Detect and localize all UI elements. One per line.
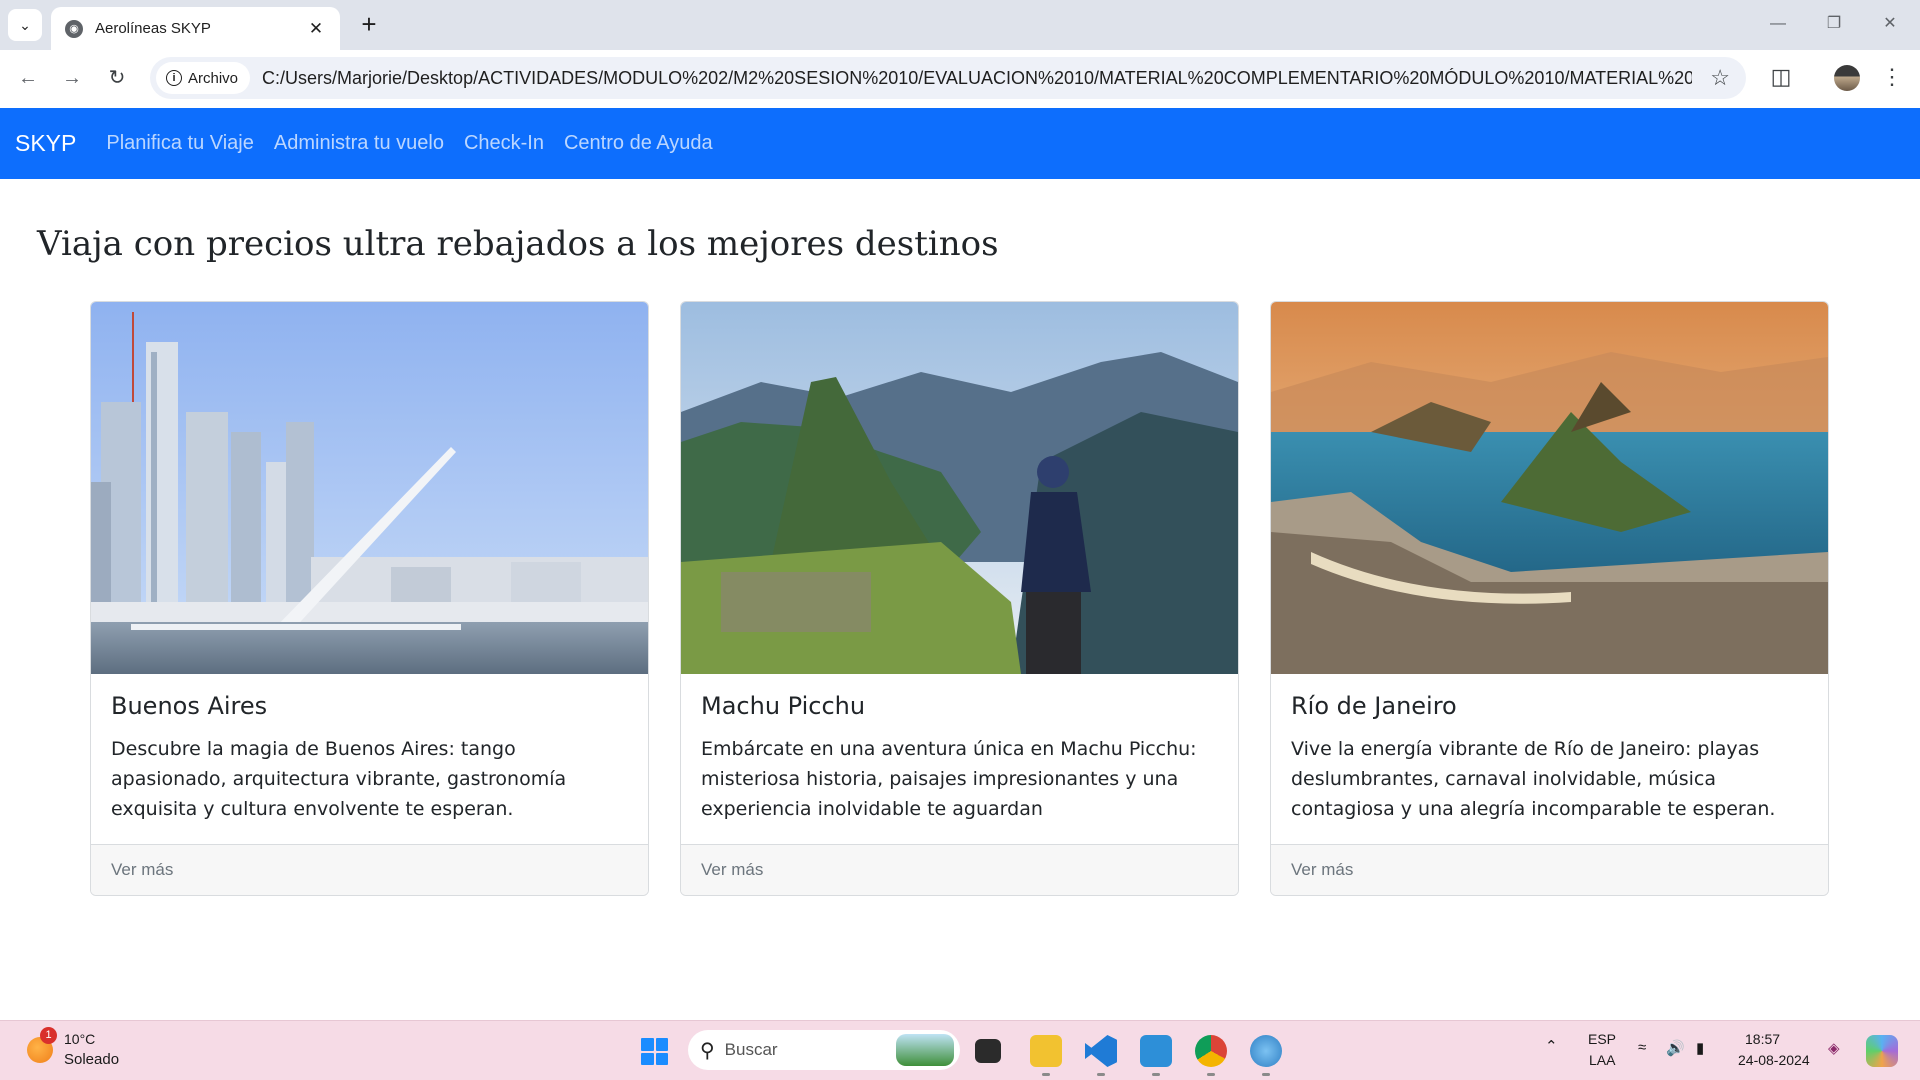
destination-card-rio-de-janeiro: Río de Janeiro Vive la energía vibrante … [1270,301,1829,896]
back-arrow-icon[interactable]: ← [12,62,44,94]
card-title: Río de Janeiro [1291,692,1457,720]
running-indicator [1042,1073,1050,1076]
globe-app-icon[interactable] [1250,1035,1282,1067]
reload-icon[interactable]: ↻ [101,62,133,94]
card-title: Buenos Aires [111,692,268,720]
see-more-link[interactable]: Ver más [681,844,1238,895]
new-tab-button[interactable]: + [354,10,384,40]
restore-icon[interactable]: ❐ [1814,8,1854,40]
clock-date[interactable]: 24-08-2024 [1738,1052,1810,1068]
copilot-icon[interactable] [1866,1035,1898,1067]
tab-search-icon[interactable]: ⌄ [8,9,42,41]
url-text[interactable]: C:/Users/Marjorie/Desktop/ACTIVIDADES/MO… [262,68,1692,89]
search-icon: ⚲ [700,1039,715,1062]
tab-title: Aerolíneas SKYP [95,20,211,37]
close-tab-icon[interactable]: ✕ [306,19,326,39]
see-more-link[interactable]: Ver más [1271,844,1828,895]
running-indicator [1207,1073,1215,1076]
site-chip-label: Archivo [188,69,239,87]
keyboard-layout-indicator[interactable]: LAA [1589,1052,1615,1068]
vscode-icon[interactable] [1085,1035,1117,1067]
info-icon: i [166,70,182,86]
weather-badge: 1 [40,1027,57,1044]
search-highlight-image [896,1034,954,1066]
running-indicator [1152,1073,1160,1076]
notification-bell-icon[interactable]: ◈ [1828,1039,1840,1057]
address-bar[interactable]: i Archivo C:/Users/Marjorie/Desktop/ACTI… [150,57,1746,99]
nav-link-administra[interactable]: Administra tu vuelo [274,132,444,155]
weather-condition[interactable]: Soleado [64,1051,119,1068]
extensions-puzzle-icon[interactable]: ◫ [1766,64,1796,90]
chrome-icon[interactable] [1195,1035,1227,1067]
bookmark-star-icon[interactable]: ☆ [1710,65,1730,91]
weather-temperature[interactable]: 10°C [64,1031,95,1047]
destination-card-buenos-aires: Buenos Aires Descubre la magia de Buenos… [90,301,649,896]
wifi-icon[interactable]: ≈ [1638,1039,1646,1056]
card-body: Buenos Aires Descubre la magia de Buenos… [111,692,631,824]
machu-picchu-image [681,302,1238,674]
browser-toolbar: ← → ↻ i Archivo C:/Users/Marjorie/Deskto… [0,50,1920,108]
nav-link-ayuda[interactable]: Centro de Ayuda [564,132,713,155]
menu-kebab-icon[interactable]: ⋮ [1877,64,1907,90]
brand-logo[interactable]: SKYP [15,130,76,157]
profile-avatar[interactable] [1834,65,1860,91]
running-indicator [1262,1073,1270,1076]
browser-tabstrip: ⌄ ◉ Aerolíneas SKYP ✕ + — ❐ ✕ [0,0,1920,50]
site-info-chip[interactable]: i Archivo [156,62,251,94]
chevron-up-icon[interactable]: ⌃ [1545,1037,1558,1055]
file-explorer-icon[interactable] [1030,1035,1062,1067]
card-text: Vive la energía vibrante de Río de Janei… [1291,738,1776,820]
taskbar-search-placeholder: Buscar [724,1040,778,1059]
running-indicator [1097,1073,1105,1076]
buenos-aires-image [91,302,648,674]
taskbar-search[interactable]: ⚲ Buscar [688,1030,960,1070]
site-navbar: SKYP Planifica tu Viaje Administra tu vu… [0,108,1920,179]
photos-app-icon[interactable] [1140,1035,1172,1067]
forward-arrow-icon[interactable]: → [56,62,88,94]
nav-link-planifica[interactable]: Planifica tu Viaje [106,132,254,155]
globe-icon: ◉ [65,19,83,38]
destination-card-machu-picchu: Machu Picchu Embárcate en una aventura ú… [680,301,1239,896]
windows-taskbar: 1 10°C Soleado ⚲ Buscar ⌃ ESP LAA ≈ 🔊 ▮ … [0,1020,1920,1080]
language-indicator[interactable]: ESP [1588,1031,1616,1047]
clock-time[interactable]: 18:57 [1745,1031,1780,1047]
close-window-icon[interactable]: ✕ [1870,8,1910,40]
task-view-icon[interactable] [975,1039,1001,1063]
see-more-link[interactable]: Ver más [91,844,648,895]
nav-link-checkin[interactable]: Check-In [464,132,544,155]
minimize-icon[interactable]: — [1758,8,1798,40]
rio-de-janeiro-image [1271,302,1828,674]
card-body: Río de Janeiro Vive la energía vibrante … [1291,692,1811,824]
volume-icon[interactable]: 🔊 [1666,1039,1685,1057]
card-text: Embárcate en una aventura única en Machu… [701,738,1197,820]
page-heading: Viaja con precios ultra rebajados a los … [37,224,999,264]
browser-tab[interactable]: ◉ Aerolíneas SKYP ✕ [51,7,340,50]
card-body: Machu Picchu Embárcate en una aventura ú… [701,692,1221,824]
card-title: Machu Picchu [701,692,866,720]
battery-icon[interactable]: ▮ [1696,1039,1704,1057]
windows-start-icon[interactable] [641,1038,668,1065]
card-text: Descubre la magia de Buenos Aires: tango… [111,738,567,820]
